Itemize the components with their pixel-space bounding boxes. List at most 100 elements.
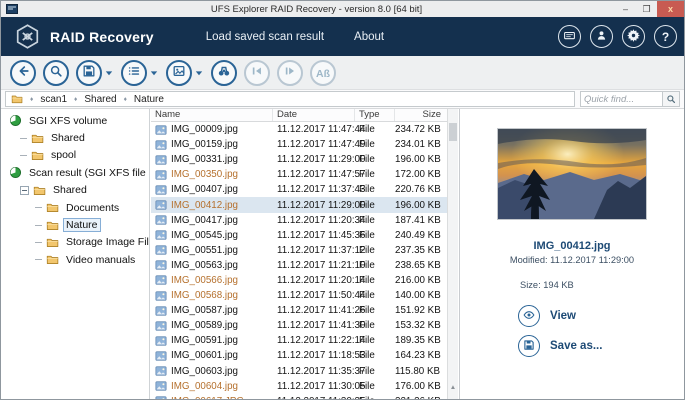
tree-item-shared[interactable]: Shared: [1, 129, 149, 146]
back-button[interactable]: [10, 60, 36, 86]
settings-button[interactable]: [622, 25, 645, 48]
view-button[interactable]: View: [518, 305, 576, 327]
tree-item-nature[interactable]: Nature: [1, 216, 149, 233]
save-button-dropdown[interactable]: [104, 67, 114, 79]
table-row[interactable]: IMG_00601.jpg11.12.2017 11:18:53File164.…: [151, 348, 447, 363]
tree-item-label: spool: [48, 148, 79, 162]
help-button[interactable]: ?: [654, 25, 677, 48]
column-date[interactable]: Date: [273, 109, 355, 121]
quick-find-input[interactable]: [581, 94, 662, 105]
file-image-icon: [155, 275, 167, 285]
previous-result-button[interactable]: [244, 60, 270, 86]
table-row[interactable]: IMG_00587.jpg11.12.2017 11:41:26File151.…: [151, 303, 447, 318]
breadcrumb-separator-icon: ♦: [74, 96, 77, 103]
next-result-button[interactable]: [277, 60, 303, 86]
list-options-button[interactable]: [121, 60, 147, 86]
breadcrumb-item-scan1[interactable]: scan1: [40, 94, 67, 105]
table-row[interactable]: IMG_00009.jpg11.12.2017 11:47:44File234.…: [151, 122, 447, 137]
table-row[interactable]: IMG_00407.jpg11.12.2017 11:37:43File220.…: [151, 182, 447, 197]
explore-button[interactable]: [43, 60, 69, 86]
file-size: 153.32 KB: [395, 320, 447, 331]
scrollbar-thumb[interactable]: [449, 123, 457, 141]
tree-item-storage-image-files[interactable]: Storage Image Files: [1, 234, 149, 251]
user-icon: [595, 29, 608, 45]
file-image-icon: [155, 336, 167, 346]
table-row[interactable]: IMG_00568.jpg11.12.2017 11:50:44File140.…: [151, 288, 447, 303]
table-row[interactable]: IMG_00159.jpg11.12.2017 11:47:49File234.…: [151, 137, 447, 152]
table-row[interactable]: IMG_00417.jpg11.12.2017 11:20:34File187.…: [151, 213, 447, 228]
tree-item-shared[interactable]: Shared: [1, 182, 149, 199]
file-size: 234.01 KB: [395, 139, 447, 150]
file-size: 172.00 KB: [395, 169, 447, 180]
menu-load-saved-scan-result[interactable]: Load saved scan result: [206, 31, 324, 43]
file-date: 11.12.2017 11:20:34: [273, 215, 355, 226]
save-button[interactable]: [76, 60, 102, 86]
minimize-button[interactable]: –: [615, 1, 636, 17]
table-row[interactable]: IMG_00591.jpg11.12.2017 11:22:14File189.…: [151, 333, 447, 348]
table-row[interactable]: IMG_00563.jpg11.12.2017 11:21:10File238.…: [151, 258, 447, 273]
tree-item-video-manuals[interactable]: Video manuals: [1, 251, 149, 268]
table-row[interactable]: IMG_00589.jpg11.12.2017 11:41:30File153.…: [151, 318, 447, 333]
image-tools-button-dropdown[interactable]: [194, 67, 204, 79]
file-name-cell: IMG_00551.jpg: [151, 245, 273, 256]
eye-icon-circle: [518, 305, 540, 327]
file-name-cell: IMG_00591.jpg: [151, 335, 273, 346]
column-type[interactable]: Type: [355, 109, 395, 121]
file-image-icon: [155, 291, 167, 301]
save-button-group: [76, 60, 114, 86]
table-row[interactable]: IMG_00350.jpg11.12.2017 11:47:57File172.…: [151, 167, 447, 182]
file-rows: IMG_00009.jpg11.12.2017 11:47:44File234.…: [151, 122, 447, 399]
window-title: UFS Explorer RAID Recovery - version 8.0…: [18, 4, 615, 15]
tree-item-label: Storage Image Files: [63, 235, 150, 249]
file-name: IMG_00601.jpg: [171, 350, 238, 361]
quick-find-search-button[interactable]: [662, 92, 679, 106]
close-button[interactable]: x: [657, 1, 684, 17]
tree-item-spool[interactable]: spool: [1, 147, 149, 164]
table-row[interactable]: IMG_00604.jpg11.12.2017 11:30:05File176.…: [151, 379, 447, 394]
tree-item-label: Shared: [48, 131, 88, 145]
tree-item-label: Documents: [63, 201, 122, 215]
file-name: IMG_00159.jpg: [171, 139, 238, 150]
file-name-cell: IMG_00545.jpg: [151, 230, 273, 241]
breadcrumb-item-nature[interactable]: Nature: [134, 94, 164, 105]
vertical-scrollbar[interactable]: ▲: [447, 109, 458, 399]
file-name-cell: IMG_00417.jpg: [151, 215, 273, 226]
tree-connector: [20, 138, 27, 139]
folder-icon: [11, 93, 23, 105]
step-next-icon: [283, 64, 297, 81]
table-row[interactable]: IMG_00331.jpg11.12.2017 11:29:00File196.…: [151, 152, 447, 167]
column-size[interactable]: Size: [395, 109, 447, 121]
tree-connector: [35, 259, 42, 260]
menu-about[interactable]: About: [354, 31, 384, 43]
encoding-button[interactable]: Aß: [310, 60, 336, 86]
title-bar: UFS Explorer RAID Recovery - version 8.0…: [1, 1, 684, 17]
app-header: RAID Recovery Load saved scan result Abo…: [1, 17, 684, 56]
table-row[interactable]: IMG_00617.JPG11.12.2017 11:30:35File221.…: [151, 394, 447, 399]
image-tools-button-group: [166, 60, 204, 86]
table-row[interactable]: IMG_00603.jpg11.12.2017 11:35:37File115.…: [151, 364, 447, 379]
maximize-button[interactable]: ❐: [636, 1, 657, 17]
file-image-icon: [155, 200, 167, 210]
list-options-button-dropdown[interactable]: [149, 67, 159, 79]
tree-item-documents[interactable]: Documents: [1, 199, 149, 216]
scrollbar-up-arrow-icon[interactable]: ▲: [448, 384, 458, 391]
table-row[interactable]: IMG_00412.jpg11.12.2017 11:29:00File196.…: [151, 197, 447, 212]
save-as-button[interactable]: Save as...: [518, 335, 602, 357]
column-name[interactable]: Name: [151, 109, 273, 121]
tree-item-scan-result-sgi-xfs-file-system-3-72-gb[interactable]: Scan result (SGI XFS file system; 3.72 G…: [1, 164, 149, 181]
find-button[interactable]: [211, 60, 237, 86]
table-row[interactable]: IMG_00566.jpg11.12.2017 11:20:14File216.…: [151, 273, 447, 288]
tree-item-label: Shared: [50, 183, 90, 197]
breadcrumb: ♦scan1♦Shared♦Nature: [5, 91, 575, 107]
image-tools-button[interactable]: [166, 60, 192, 86]
breadcrumb-item-shared[interactable]: Shared: [84, 94, 116, 105]
table-row[interactable]: IMG_00545.jpg11.12.2017 11:45:36File240.…: [151, 228, 447, 243]
license-button[interactable]: [558, 25, 581, 48]
tree-item-sgi-xfs-volume[interactable]: SGI XFS volume: [1, 112, 149, 129]
table-row[interactable]: IMG_00551.jpg11.12.2017 11:37:12File237.…: [151, 243, 447, 258]
file-size: 240.49 KB: [395, 230, 447, 241]
file-type: File: [355, 381, 395, 392]
user-button[interactable]: [590, 25, 613, 48]
file-date: 11.12.2017 11:50:44: [273, 290, 355, 301]
collapse-icon[interactable]: [20, 186, 29, 195]
